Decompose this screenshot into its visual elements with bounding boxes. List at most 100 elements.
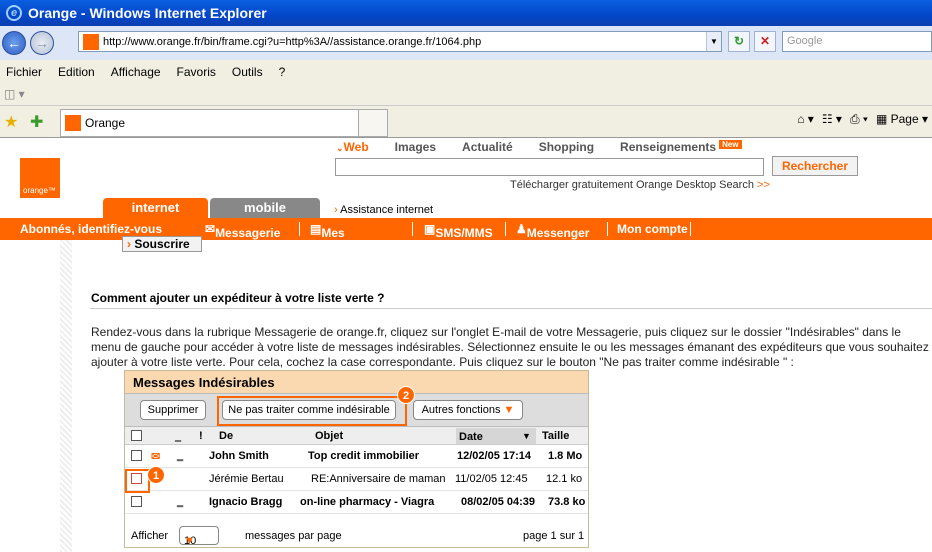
nav-images[interactable]: Images: [395, 140, 436, 154]
sms-link[interactable]: ▣ SMS/MMS: [424, 222, 493, 240]
search-button[interactable]: Rechercher: [772, 156, 858, 176]
account-link[interactable]: Mon compte: [617, 222, 688, 236]
page-content: orange™ ⌄Web Images Actualité Shopping R…: [0, 138, 932, 552]
address-dropdown-icon[interactable]: ▼: [706, 32, 721, 51]
tab-label: Orange: [85, 116, 126, 130]
nav-web-label: Web: [343, 140, 369, 154]
stop-icon[interactable]: ✕: [754, 31, 776, 52]
dropdown-icon: ▼: [503, 404, 515, 416]
browser-tab-orange[interactable]: Orange: [60, 109, 360, 137]
download-arrow: >>: [757, 179, 770, 191]
site-search-input[interactable]: [335, 158, 764, 176]
messagerie-link[interactable]: ✉ Messagerie: [205, 222, 280, 240]
window-title: Orange - Windows Internet Explorer: [28, 5, 267, 21]
command-bar: ⌂ ▾ ☷ ▾ ⎙ ▾ ▦ Page ▾: [797, 112, 928, 127]
panel-title: Messages Indésirables: [125, 371, 588, 393]
links-toolbar: ◫ ▾: [0, 84, 932, 106]
nav-web[interactable]: ⌄Web: [336, 140, 369, 154]
col-objet[interactable]: Objet: [315, 430, 343, 442]
per-page-label: messages par page: [245, 530, 342, 542]
priority-col-icon: !: [199, 430, 203, 442]
menu-outils[interactable]: Outils: [232, 65, 263, 79]
menu-affichage[interactable]: Affichage: [111, 65, 161, 79]
select-all-checkbox[interactable]: [131, 430, 142, 441]
col-de[interactable]: De: [219, 430, 233, 442]
tab-mobile[interactable]: mobile: [210, 198, 320, 218]
ie-logo-icon: e: [6, 5, 22, 21]
logo-text: orange™: [23, 186, 56, 195]
table-row[interactable]: Jérémie Bertau RE:Anniversaire de maman …: [125, 466, 588, 493]
menu-edition[interactable]: Edition: [58, 65, 95, 79]
nav-shopping[interactable]: Shopping: [539, 140, 594, 154]
home-icon[interactable]: ⌂ ▾: [797, 112, 814, 127]
row-size: 12.1 ko: [546, 473, 583, 485]
address-field[interactable]: http://www.orange.fr/bin/frame.cgi?u=htt…: [78, 31, 722, 52]
row-subject: Top credit immobilier: [308, 450, 420, 462]
favorites-star-icon[interactable]: ★: [4, 112, 18, 132]
row-subject: RE:Anniversaire de maman: [311, 473, 446, 485]
page-menu[interactable]: ▦ Page ▾: [876, 112, 928, 127]
callout-2: 2: [397, 386, 415, 404]
table-row[interactable]: ✉ ‗ John Smith Top credit immobilier 12/…: [125, 445, 588, 468]
contacts-label: Mes Contacts: [321, 226, 373, 254]
row-from: Jérémie Bertau: [209, 473, 284, 485]
orange-favicon-icon: [83, 33, 99, 50]
search-nav: ⌄Web Images Actualité Shopping Renseigne…: [336, 140, 742, 154]
nav-actualite[interactable]: Actualité: [462, 140, 513, 154]
nav-renseignements[interactable]: Renseignements New: [620, 140, 742, 154]
toolbar-grip-icon[interactable]: ◫ ▾: [4, 87, 25, 101]
attachment-icon: ‗: [177, 450, 184, 462]
new-badge: New: [719, 140, 742, 149]
row-subject: on-line pharmacy - Viagra: [300, 496, 435, 508]
row-size: 1.8 Mo: [548, 450, 583, 462]
faq-paragraph: Rendez-vous dans la rubrique Messagerie …: [91, 325, 929, 369]
tabs-bar: ★ ✚ Orange ⌂ ▾ ☷ ▾ ⎙ ▾ ▦ Page ▾: [0, 106, 932, 138]
left-stripe: [60, 240, 72, 552]
col-date-label: Date: [459, 431, 483, 443]
assist-link[interactable]: › Assistance internet: [334, 204, 433, 216]
highlight-box-2: [217, 396, 407, 426]
menu-favoris[interactable]: Favoris: [177, 65, 216, 79]
tab-internet[interactable]: internet: [103, 198, 208, 218]
more-functions-label: Autres fonctions: [421, 404, 501, 416]
pager: page 1 sur 1: [523, 530, 585, 542]
menu-fichier[interactable]: Fichier: [6, 65, 42, 79]
back-icon[interactable]: ←: [2, 31, 26, 55]
messenger-link[interactable]: ♟ Messenger: [516, 222, 589, 240]
forward-icon[interactable]: →: [30, 31, 54, 55]
row-checkbox[interactable]: [131, 496, 142, 507]
add-favorite-icon[interactable]: ✚: [30, 112, 43, 132]
download-link[interactable]: Télécharger gratuitement Orange Desktop …: [510, 179, 770, 191]
menu-bar: Fichier Edition Affichage Favoris Outils…: [0, 60, 932, 84]
faq-question: Comment ajouter un expéditeur à votre li…: [91, 291, 385, 305]
col-taille[interactable]: Taille: [542, 430, 569, 442]
refresh-icon[interactable]: ↻: [728, 31, 750, 52]
table-row[interactable]: ‗ Ignacio Bragg on-line pharmacy - Viagr…: [125, 491, 588, 514]
divider: [90, 308, 932, 309]
delete-button[interactable]: Supprimer: [140, 400, 206, 420]
login-link[interactable]: Abonnés, identifiez-vous: [20, 222, 162, 236]
download-link-label: Télécharger gratuitement Orange Desktop …: [510, 179, 754, 191]
orange-logo[interactable]: orange™: [20, 158, 60, 198]
per-page-select[interactable]: 10 ▼: [179, 526, 219, 547]
row-from: Ignacio Bragg: [209, 496, 283, 508]
print-icon[interactable]: ⎙ ▾: [850, 112, 868, 127]
panel-footer: Afficher 10 ▼ messages par page page 1 s…: [125, 524, 588, 548]
menu-help[interactable]: ?: [279, 65, 286, 79]
tab-favicon-icon: [65, 115, 81, 131]
address-url: http://www.orange.fr/bin/frame.cgi?u=htt…: [103, 35, 482, 48]
google-search-input[interactable]: Google: [782, 31, 932, 52]
row-checkbox[interactable]: [131, 450, 142, 461]
nav-renseignements-label: Renseignements: [620, 140, 717, 154]
new-tab-button[interactable]: [358, 109, 388, 137]
row-date: 12/02/05 17:14: [457, 450, 532, 462]
sort-desc-icon: ▼: [522, 431, 531, 441]
attachment-icon: ‗: [177, 496, 184, 508]
feeds-icon[interactable]: ☷ ▾: [822, 112, 842, 127]
souscrire-button[interactable]: › Souscrire: [122, 236, 202, 252]
col-date[interactable]: Date ▼: [456, 428, 536, 444]
more-functions-button[interactable]: Autres fonctions ▼: [413, 400, 523, 420]
contacts-link[interactable]: ▤ Mes Contacts: [310, 222, 373, 254]
attachment-col-icon: ‗: [175, 430, 182, 442]
afficher-label: Afficher: [131, 530, 169, 542]
